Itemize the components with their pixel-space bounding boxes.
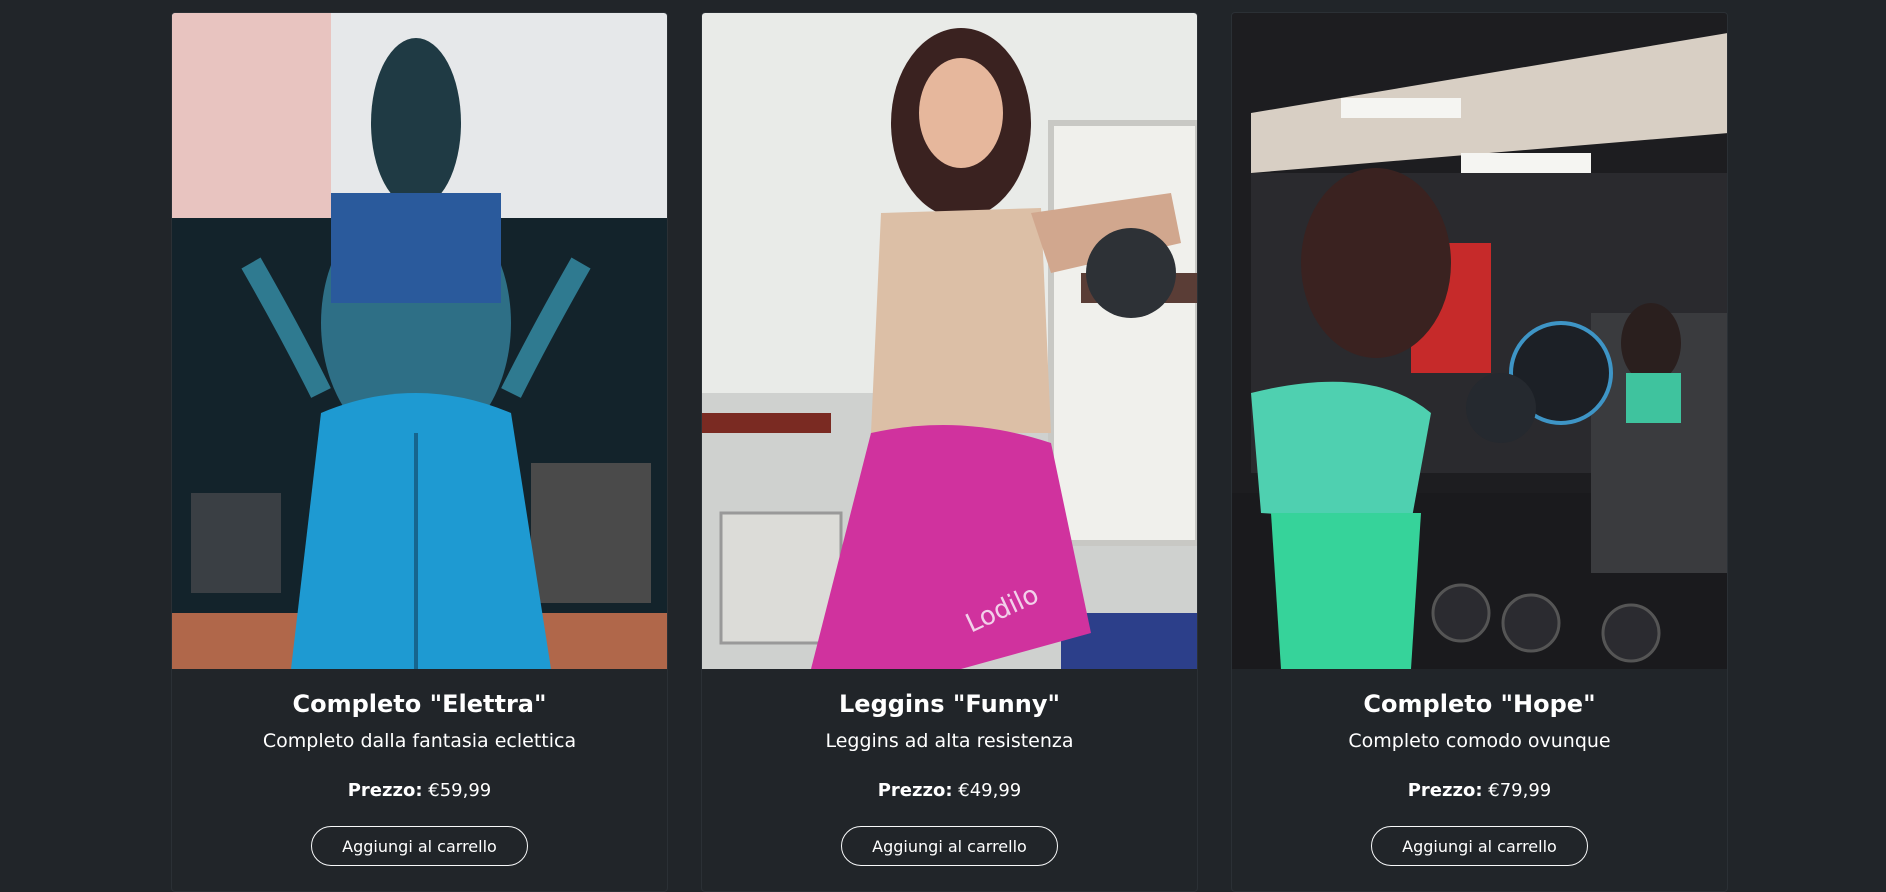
price-value: €79,99 <box>1488 780 1552 801</box>
price-label: Prezzo: <box>347 780 423 801</box>
product-title: Completo "Elettra" <box>292 690 547 718</box>
price-value: €49,99 <box>958 780 1022 801</box>
product-card-elettra: Completo "Elettra" Completo dalla fantas… <box>171 12 668 892</box>
product-description: Completo dalla fantasia eclettica <box>262 730 577 752</box>
product-title: Completo "Hope" <box>1363 690 1596 718</box>
add-to-cart-button[interactable]: Aggiungi al carrello <box>1371 826 1588 866</box>
product-card-hope: Completo "Hope" Completo comodo ovunque … <box>1231 12 1728 892</box>
product-title: Leggins "Funny" <box>839 690 1060 718</box>
product-grid: Completo "Elettra" Completo dalla fantas… <box>171 12 1728 892</box>
add-to-cart-button[interactable]: Aggiungi al carrello <box>311 826 528 866</box>
product-description: Leggins ad alta resistenza <box>825 730 1074 752</box>
product-card-funny: Lodilo Leggins "Funny" Leggins ad alta r… <box>701 12 1198 892</box>
product-price: Prezzo: €79,99 <box>1408 779 1552 803</box>
price-label: Prezzo: <box>877 780 953 801</box>
price-label: Prezzo: <box>1407 780 1483 801</box>
product-description: Completo comodo ovunque <box>1348 730 1611 752</box>
product-price: Prezzo: €59,99 <box>348 779 492 803</box>
add-to-cart-button[interactable]: Aggiungi al carrello <box>841 826 1058 866</box>
product-image-funny: Lodilo <box>702 13 1197 669</box>
product-price: Prezzo: €49,99 <box>878 779 1022 803</box>
product-image-hope <box>1232 13 1727 669</box>
product-image-elettra <box>172 13 667 669</box>
price-value: €59,99 <box>428 780 492 801</box>
